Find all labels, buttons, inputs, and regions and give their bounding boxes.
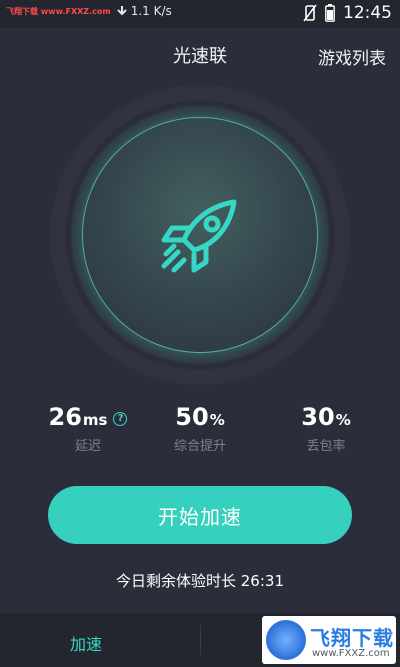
boost-label: 综合提升 bbox=[173, 439, 226, 454]
tab-divider bbox=[200, 625, 201, 655]
start-accelerate-button[interactable]: 开始加速 bbox=[48, 486, 352, 544]
watermark-brand: 飞翔下载 bbox=[310, 626, 394, 650]
watermark-text: 飞翔下载 www.FXXZ.com bbox=[6, 6, 111, 16]
accelerator-dial[interactable] bbox=[50, 85, 350, 385]
latency-unit: ms bbox=[82, 411, 108, 429]
boost-stat: 50% 综合提升 bbox=[140, 403, 260, 454]
rocket-icon bbox=[161, 199, 237, 273]
boost-value: 50 bbox=[175, 403, 209, 431]
latency-stat: 26ms? 延迟 bbox=[28, 403, 148, 454]
status-left: 飞翔下载 www.FXXZ.com 1.1 K/s bbox=[6, 4, 172, 18]
latency-label: 延迟 bbox=[74, 439, 101, 454]
watermark-logo-mark bbox=[266, 620, 306, 660]
vibrate-off-icon bbox=[303, 4, 317, 22]
help-icon[interactable]: ? bbox=[113, 412, 128, 426]
boost-unit: % bbox=[209, 411, 225, 429]
network-speed: 1.1 K/s bbox=[130, 4, 172, 18]
clock: 12:45 bbox=[343, 3, 392, 23]
watermark-logo: 飞翔下载 www.FXXZ.com bbox=[262, 616, 396, 664]
packet-loss-stat: 30% 丢包率 bbox=[266, 403, 386, 454]
packet-loss-unit: % bbox=[335, 411, 351, 429]
status-bar: 飞翔下载 www.FXXZ.com 1.1 K/s 12:45 bbox=[0, 0, 400, 28]
battery-icon bbox=[325, 4, 335, 22]
packet-loss-label: 丢包率 bbox=[306, 439, 346, 454]
status-right: 12:45 bbox=[303, 3, 392, 23]
tab-accelerate[interactable]: 加速 bbox=[70, 631, 102, 655]
app-header: 光速联 游戏列表 bbox=[0, 36, 400, 76]
game-list-button[interactable]: 游戏列表 bbox=[318, 44, 386, 69]
watermark-site: www.FXXZ.com bbox=[312, 648, 390, 659]
stats-row: 26ms? 延迟 50% 综合提升 30% 丢包率 bbox=[0, 403, 400, 463]
remaining-time-text: 今日剩余体验时长 26:31 bbox=[116, 572, 284, 590]
latency-value: 26 bbox=[48, 403, 82, 431]
packet-loss-value: 30 bbox=[301, 403, 335, 431]
download-arrow-icon bbox=[116, 5, 127, 17]
